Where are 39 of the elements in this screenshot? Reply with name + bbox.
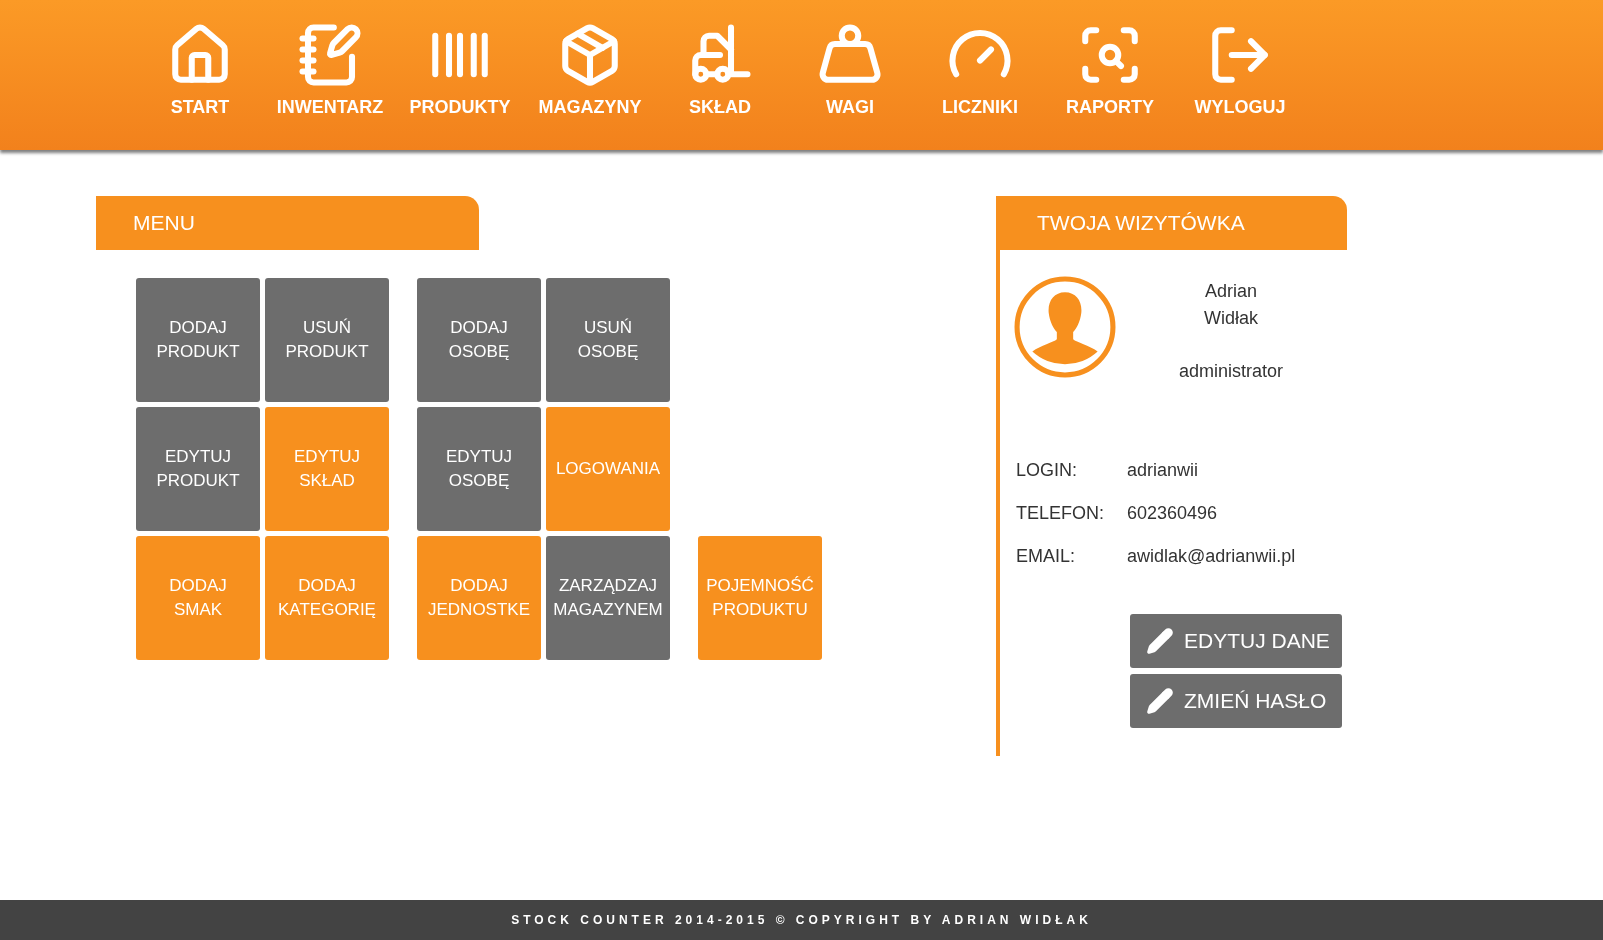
copyright-text: STOCK COUNTER 2014-2015 © COPYRIGHT BY ADRIAN WIDŁAK	[511, 912, 1092, 929]
avatar-silhouette-icon	[1014, 276, 1116, 378]
nav-link[interactable]: MAGAZYNY	[525, 0, 655, 150]
menu-tile[interactable]: LOGOWANIA	[546, 407, 670, 531]
nav-link[interactable]: WAGI	[785, 0, 915, 150]
menu-tile[interactable]: DODAJ SMAK	[136, 536, 260, 660]
menu-tile[interactable]: POJEMNOŚĆ PRODUKTU	[698, 536, 822, 660]
nav-link[interactable]: WYLOGUJ	[1175, 0, 1305, 150]
nav-link[interactable]: INWENTARZ	[265, 0, 395, 150]
menu-tile[interactable]: EDYTUJ PRODUKT	[136, 407, 260, 531]
nav-link[interactable]: RAPORTY	[1045, 0, 1175, 150]
menu-header: MENU	[96, 196, 479, 250]
menu-tile[interactable]: USUŃ PRODUKT	[265, 278, 389, 402]
profile-button[interactable]: ZMIEŃ HASŁO	[1130, 674, 1342, 728]
menu-tile[interactable]: DODAJ PRODUKT	[136, 278, 260, 402]
field-value: awidlak@adrianwii.pl	[1127, 545, 1296, 568]
user-role: administrator	[1178, 360, 1283, 383]
menu-tile[interactable]: DODAJ OSOBĘ	[417, 278, 541, 402]
menu-tile[interactable]: DODAJ JEDNOSTKE	[417, 536, 541, 660]
field-value: 602360496	[1127, 502, 1218, 525]
pencil-icon	[1146, 687, 1174, 715]
nav-link[interactable]: START	[135, 0, 265, 150]
user-last-name: Widłak	[1204, 307, 1258, 330]
user-first-name: Adrian	[1205, 280, 1257, 303]
menu-tile[interactable]: ZARZĄDZAJ MAGAZYNEM	[546, 536, 670, 660]
field-label: TELEFON:	[1016, 502, 1105, 525]
pencil-icon	[1146, 627, 1174, 655]
menu-tile[interactable]: USUŃ OSOBĘ	[546, 278, 670, 402]
nav-link[interactable]: SKŁAD	[655, 0, 785, 150]
notebook-pen-icon	[297, 22, 363, 88]
menu-tile[interactable]: DODAJ KATEGORIĘ	[265, 536, 389, 660]
field-value: adrianwii	[1127, 459, 1199, 482]
field-label: LOGIN:	[1016, 459, 1078, 482]
nav-link[interactable]: LICZNIKI	[915, 0, 1045, 150]
field-label: EMAIL:	[1016, 545, 1077, 568]
menu-tile[interactable]: EDYTUJ SKŁAD	[265, 407, 389, 531]
profile-button[interactable]: EDYTUJ DANE	[1130, 614, 1342, 668]
nav-link[interactable]: PRODUKTY	[395, 0, 525, 150]
menu-tile[interactable]: EDYTUJ OSOBĘ	[417, 407, 541, 531]
